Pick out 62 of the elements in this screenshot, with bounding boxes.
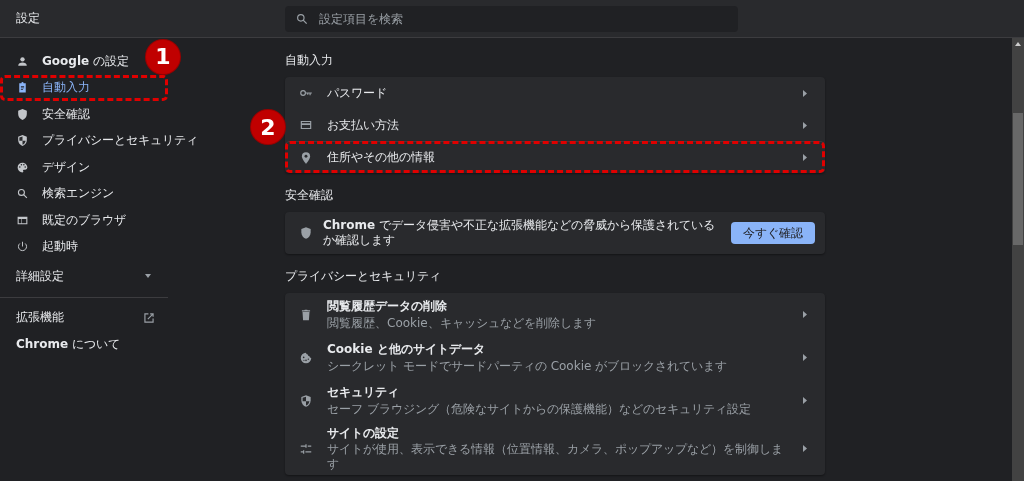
settings-row[interactable]: サイトの設定 サイトが使用、表示できる情報（位置情報、カメラ、ポップアップなど）を制御します [285, 422, 825, 476]
row-title: 住所やその他の情報 [327, 150, 436, 165]
sidebar-item[interactable]: 起動時 [0, 233, 82, 260]
row-title: サイトの設定 [327, 426, 400, 441]
sidebar-item[interactable]: 安全確認 [0, 101, 94, 128]
callout-number: 1 [146, 39, 180, 74]
shield-icon [16, 134, 29, 148]
chevron-right-icon [803, 397, 807, 404]
sidebar-link[interactable]: 拡張機能 [0, 304, 168, 331]
callout-number: 2 [251, 110, 285, 144]
scrollbar-thumb[interactable] [1013, 113, 1023, 245]
chevron-right-icon [803, 311, 807, 318]
chevron-right-icon [803, 154, 807, 161]
caret-icon [144, 274, 152, 279]
settings-row[interactable]: パスワード [285, 77, 825, 109]
chevron-right-icon [803, 121, 807, 129]
location-pin-icon [299, 150, 313, 165]
settings-row[interactable]: 閲覧履歴データの削除 閲覧履歴、Cookie、キャッシュなどを削除します [285, 293, 825, 336]
settings-row[interactable]: セキュリティ セーフ ブラウジング（危険なサイトからの保護機能）などのセキュリティ設定 [285, 379, 825, 422]
sidebar-item[interactable]: 検索エンジン [0, 180, 118, 207]
row-description: 閲覧履歴、Cookie、キャッシュなどを削除します [327, 315, 597, 330]
safety-check-text: Chrome でデータ侵害や不正な拡張機能などの脅威から保護されているか確認します [323, 218, 716, 248]
external-link-icon [142, 310, 156, 325]
row-description: セーフ ブラウジング（危険なサイトからの保護機能）などのセキュリティ設定 [327, 401, 752, 416]
page-title: 設定 [15, 10, 41, 27]
clipboard-icon [16, 81, 29, 95]
chevron-right-icon [803, 89, 807, 97]
section-heading: プライバシーとセキュリティ [285, 268, 442, 285]
row-title: Cookie と他のサイトデータ [327, 342, 486, 357]
sliders-icon [299, 441, 313, 456]
sidebar-item[interactable]: デザイン [0, 154, 94, 181]
sidebar-link[interactable]: Chrome について [0, 331, 168, 358]
sidebar-item[interactable]: Google の設定 [0, 48, 133, 75]
chevron-right-icon [803, 445, 807, 453]
row-description: サイトが使用、表示できる情報（位置情報、カメラ、ポップアップなど）を制御します [327, 442, 784, 472]
row-title: 閲覧履歴データの削除 [327, 299, 448, 314]
row-title: セキュリティ [327, 385, 400, 400]
section-heading: 安全確認 [285, 187, 334, 204]
row-title: パスワード [327, 85, 388, 101]
power-icon [16, 240, 29, 254]
search-icon [295, 11, 309, 26]
palette-icon [16, 160, 29, 174]
settings-row[interactable]: お支払い方法 [285, 109, 825, 141]
sidebar-item[interactable]: 自動入力 [0, 74, 168, 101]
sidebar-item[interactable]: プライバシーとセキュリティ [0, 127, 202, 154]
scroll-up-icon[interactable] [1015, 42, 1021, 46]
row-description: シークレット モードでサードパーティの Cookie がブロックされています [327, 358, 729, 373]
search-icon [16, 187, 29, 201]
settings-row[interactable]: 住所やその他の情報 [285, 141, 825, 173]
row-title: お支払い方法 [327, 117, 400, 133]
credit-card-icon [299, 118, 313, 132]
person-icon [16, 54, 29, 68]
advanced-toggle[interactable]: 詳細設定 [0, 260, 168, 293]
chevron-right-icon [803, 354, 807, 361]
search-field[interactable]: 設定項目を検索 [285, 5, 738, 32]
sidebar-item[interactable]: 既定のブラウザ [0, 207, 130, 234]
shield-icon [299, 393, 313, 408]
cookie-icon [299, 350, 313, 365]
check-now-button[interactable]: 今すぐ確認 [731, 222, 815, 244]
section-heading: 自動入力 [285, 52, 334, 69]
trash-icon [299, 307, 313, 322]
settings-row[interactable]: Cookie と他のサイトデータ シークレット モードでサードパーティの Cookie がブロックされています [285, 336, 825, 379]
